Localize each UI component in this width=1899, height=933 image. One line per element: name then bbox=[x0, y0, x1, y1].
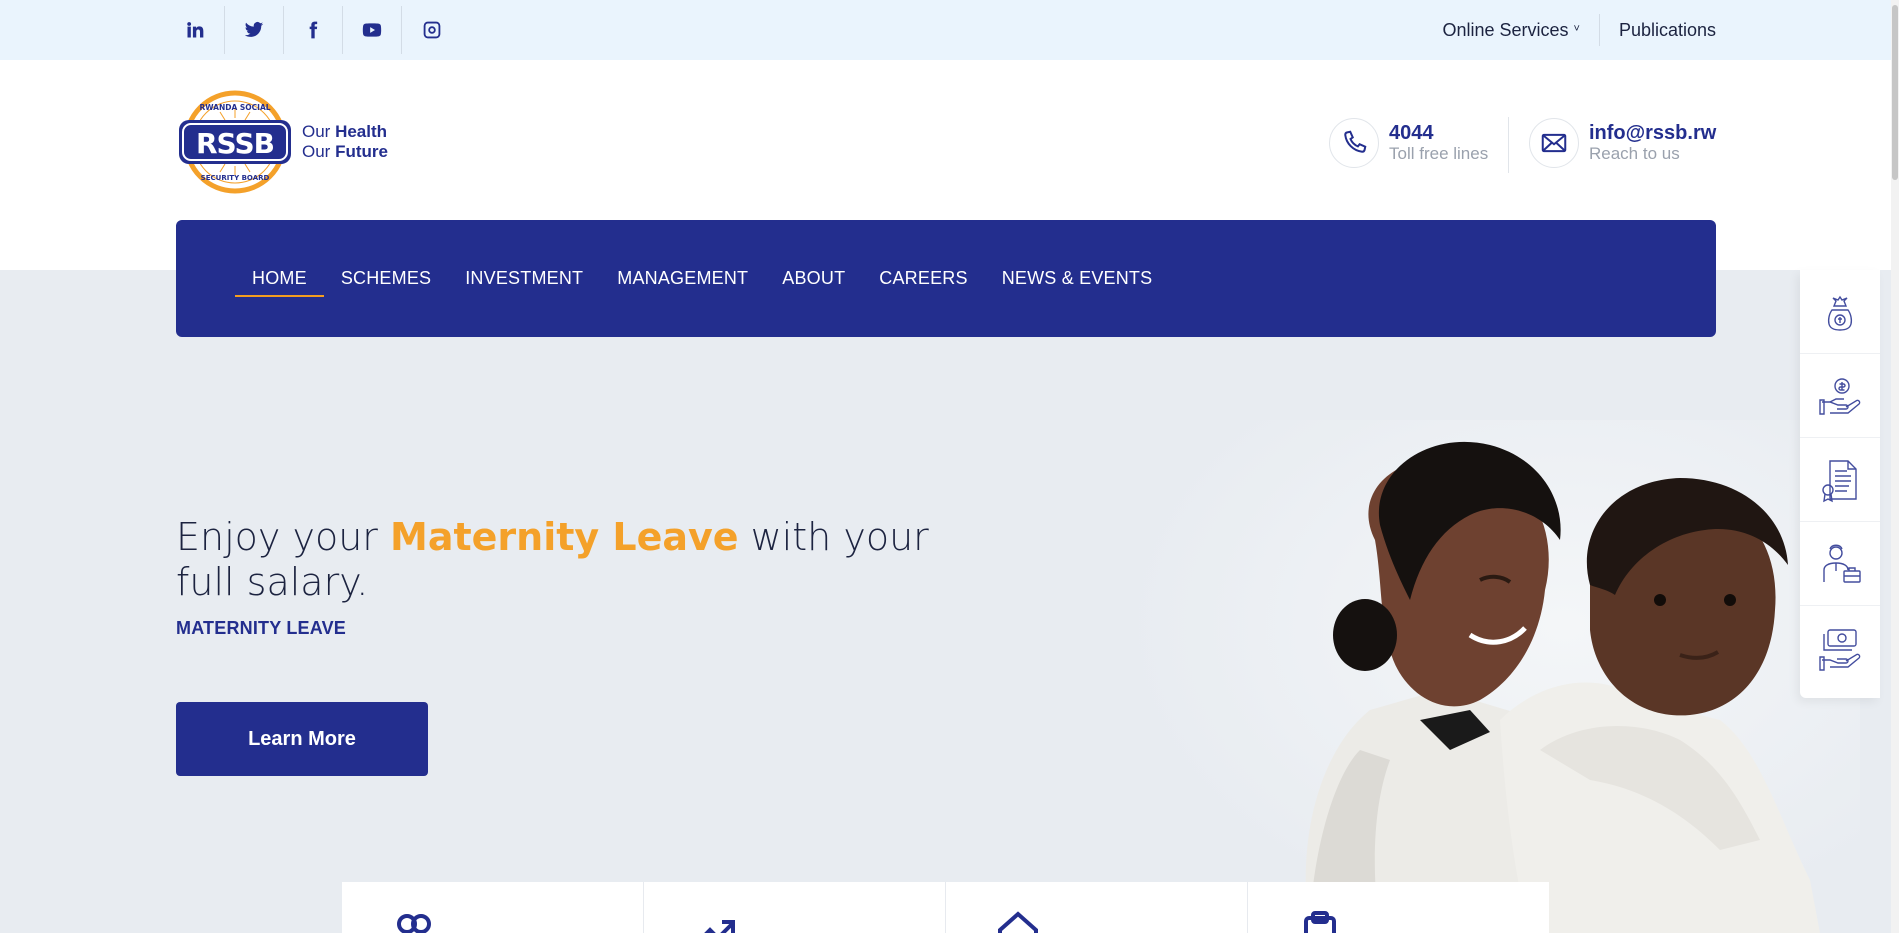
service-card-1[interactable] bbox=[342, 882, 644, 933]
hero-title: Enjoy your Maternity Leave with your ful… bbox=[176, 515, 976, 605]
top-links: Online Services ˅ Publications bbox=[1423, 0, 1716, 60]
side-item-3[interactable] bbox=[1800, 438, 1880, 522]
online-services-label: Online Services bbox=[1442, 19, 1569, 40]
dollar-hand-icon bbox=[1819, 377, 1861, 415]
phone-caption: Toll free lines bbox=[1389, 144, 1489, 163]
nav-investment[interactable]: INVESTMENT bbox=[448, 220, 600, 337]
hero-subtitle: MATERNITY LEAVE bbox=[176, 618, 347, 638]
logo-tagline: Our Health Our Future bbox=[302, 122, 388, 162]
hero-title-pre: Enjoy your bbox=[176, 515, 390, 559]
phone-icon bbox=[1329, 118, 1379, 168]
social-links bbox=[166, 0, 461, 60]
service-card-4[interactable] bbox=[1248, 882, 1549, 933]
service-card-2[interactable] bbox=[644, 882, 946, 933]
money-bag-hand-icon bbox=[1827, 295, 1853, 331]
rssb-badge: RSSB RWANDA SOCIAL SECURITY BOARD bbox=[179, 90, 291, 194]
trend-up-icon bbox=[704, 920, 735, 933]
tagline-our-1: Our bbox=[302, 122, 336, 141]
users-icon bbox=[397, 914, 431, 933]
linkedin-icon[interactable] bbox=[166, 6, 225, 54]
page-scrollbar[interactable] bbox=[1891, 0, 1899, 933]
email-caption: Reach to us bbox=[1589, 144, 1680, 163]
nav-about[interactable]: ABOUT bbox=[765, 220, 862, 337]
nav-home[interactable]: HOME bbox=[235, 220, 324, 337]
logo-ring-top: RWANDA SOCIAL bbox=[199, 103, 270, 112]
side-item-4[interactable] bbox=[1800, 522, 1880, 606]
side-item-1[interactable] bbox=[1800, 270, 1880, 354]
cash-hand-icon bbox=[1819, 629, 1861, 671]
chevron-down-icon: ˅ bbox=[1573, 22, 1580, 35]
contact-divider bbox=[1508, 117, 1509, 173]
businessman-briefcase-icon bbox=[1823, 544, 1861, 583]
tagline-health: Health bbox=[335, 122, 388, 141]
phone-contact[interactable]: 4044 Toll free lines bbox=[1329, 118, 1488, 168]
email-contact[interactable]: info@rssb.rw Reach to us bbox=[1529, 118, 1716, 168]
quick-links-panel bbox=[1800, 270, 1880, 698]
service-card-3[interactable] bbox=[946, 882, 1248, 933]
publications-link[interactable]: Publications bbox=[1598, 14, 1716, 46]
tagline-future: Future bbox=[335, 142, 388, 161]
hero-image-mother-baby bbox=[1120, 420, 1860, 933]
nav-news-events[interactable]: NEWS & EVENTS bbox=[985, 220, 1170, 337]
main-nav: HOME SCHEMES INVESTMENT MANAGEMENT ABOUT… bbox=[176, 220, 1716, 337]
online-services-menu[interactable]: Online Services ˅ bbox=[1423, 20, 1599, 41]
publications-label: Publications bbox=[1618, 19, 1716, 40]
side-item-2[interactable] bbox=[1800, 354, 1880, 438]
clipboard-icon bbox=[1304, 911, 1336, 933]
nav-careers[interactable]: CAREERS bbox=[862, 220, 984, 337]
certificate-document-icon bbox=[1822, 459, 1857, 502]
instagram-icon[interactable] bbox=[402, 6, 461, 54]
home-icon bbox=[998, 911, 1038, 933]
nav-management[interactable]: MANAGEMENT bbox=[600, 220, 765, 337]
side-item-5[interactable] bbox=[1800, 606, 1880, 690]
email-address: info@rssb.rw bbox=[1589, 122, 1717, 144]
logo-text: RSSB bbox=[196, 127, 274, 160]
scrollbar-thumb[interactable] bbox=[1892, 5, 1898, 180]
youtube-icon[interactable] bbox=[343, 6, 402, 54]
envelope-icon bbox=[1529, 118, 1579, 168]
twitter-icon[interactable] bbox=[225, 6, 284, 54]
tagline-our-2: Our bbox=[302, 142, 336, 161]
logo-ring-bottom: SECURITY BOARD bbox=[201, 174, 270, 182]
hero-title-highlight: Maternity Leave bbox=[390, 515, 739, 559]
nav-schemes[interactable]: SCHEMES bbox=[324, 220, 448, 337]
facebook-icon[interactable] bbox=[284, 6, 343, 54]
learn-more-button[interactable]: Learn More bbox=[176, 702, 428, 776]
phone-number: 4044 bbox=[1389, 122, 1434, 144]
top-bar: Online Services ˅ Publications bbox=[0, 0, 1899, 60]
rssb-logo[interactable]: RSSB RWANDA SOCIAL SECURITY BOARD Our He… bbox=[176, 90, 388, 194]
service-cards bbox=[342, 882, 1549, 933]
